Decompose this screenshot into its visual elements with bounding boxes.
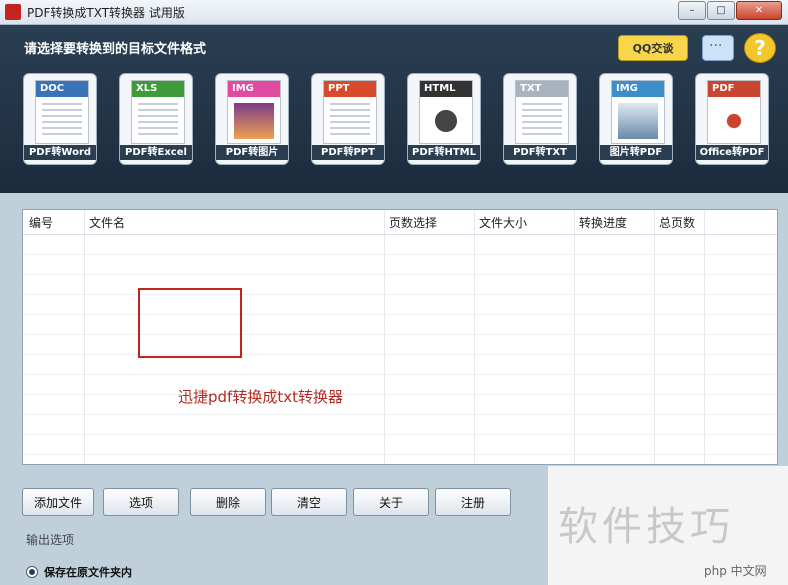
acrobat-icon: PDF <box>707 80 761 144</box>
tile-band: PDF <box>708 81 760 97</box>
app-icon <box>5 4 21 20</box>
tile-band: IMG <box>228 81 280 97</box>
output-options-title: 输出选项 <box>26 533 75 547</box>
tile-label: PDF转Word <box>24 145 96 160</box>
tile-pdf-to-excel[interactable]: XLS PDF转Excel <box>119 73 193 165</box>
add-file-button[interactable]: 添加文件 <box>22 488 94 516</box>
tile-label: PDF转PPT <box>312 145 384 160</box>
tile-band: DOC <box>36 81 88 97</box>
txt-icon: TXT <box>515 80 569 144</box>
tile-image-to-pdf[interactable]: IMG 图片转PDF <box>599 73 673 165</box>
about-button[interactable]: 关于 <box>353 488 429 516</box>
tile-label: Office转PDF <box>696 145 768 160</box>
tile-band: IMG <box>612 81 664 97</box>
picture-icon: IMG <box>611 80 665 144</box>
file-list[interactable]: 编号 文件名 页数选择 文件大小 转换进度 总页数 迅捷pdf转换成txt转换器 <box>22 209 778 465</box>
register-button[interactable]: 注册 <box>435 488 511 516</box>
tile-office-to-pdf[interactable]: PDF Office转PDF <box>695 73 769 165</box>
col-progress[interactable]: 转换进度 <box>579 214 627 231</box>
watermark-overlay: 软件技巧 php 中文网 <box>548 466 788 585</box>
qq-chat-button[interactable]: QQ交谈 <box>618 35 688 61</box>
tile-label: 图片转PDF <box>600 145 672 160</box>
tile-pdf-to-ppt[interactable]: PPT PDF转PPT <box>311 73 385 165</box>
tile-band: XLS <box>132 81 184 97</box>
clear-button[interactable]: 清空 <box>271 488 347 516</box>
title-bar: PDF转换成TXT转换器 试用版 – □ ✕ <box>0 0 788 25</box>
tile-band: HTML <box>420 81 472 97</box>
chat-icon[interactable] <box>702 35 734 61</box>
col-total-pages[interactable]: 总页数 <box>659 214 695 231</box>
xls-icon: XLS <box>131 80 185 144</box>
php-watermark: php 中文网 <box>704 564 767 578</box>
format-header: 请选择要转换到的目标文件格式 QQ交谈 ? DOC PDF转Word XLS P… <box>0 25 788 193</box>
tile-band: PPT <box>324 81 376 97</box>
overlay-caption: 迅捷pdf转换成txt转换器 <box>178 388 343 406</box>
tile-pdf-to-html[interactable]: HTML PDF转HTML <box>407 73 481 165</box>
tile-pdf-to-word[interactable]: DOC PDF转Word <box>23 73 97 165</box>
col-file-size[interactable]: 文件大小 <box>479 214 527 231</box>
highlight-box <box>138 288 242 358</box>
tile-pdf-to-txt[interactable]: TXT PDF转TXT <box>503 73 577 165</box>
options-button[interactable]: 选项 <box>103 488 179 516</box>
delete-button[interactable]: 删除 <box>190 488 266 516</box>
window-title: PDF转换成TXT转换器 试用版 <box>27 6 185 20</box>
minimize-button[interactable]: – <box>678 1 706 20</box>
tile-label: PDF转HTML <box>408 145 480 160</box>
help-icon[interactable]: ? <box>744 33 776 63</box>
save-in-source-label: 保存在原文件夹内 <box>44 566 132 579</box>
tile-label: PDF转Excel <box>120 145 192 160</box>
close-button[interactable]: ✕ <box>736 1 782 20</box>
tile-pdf-to-image[interactable]: IMG PDF转图片 <box>215 73 289 165</box>
radio-selected[interactable] <box>26 566 38 578</box>
image-icon: IMG <box>227 80 281 144</box>
col-page-select[interactable]: 页数选择 <box>389 214 437 231</box>
main-panel: 编号 文件名 页数选择 文件大小 转换进度 总页数 迅捷pdf转换成txt转换器… <box>0 193 788 585</box>
col-filename[interactable]: 文件名 <box>89 214 125 231</box>
save-in-source-option[interactable]: 保存在原文件夹内 <box>26 564 132 580</box>
watermark-text: 软件技巧 <box>558 504 734 550</box>
tile-band: TXT <box>516 81 568 97</box>
html-icon: HTML <box>419 80 473 144</box>
doc-icon: DOC <box>35 80 89 144</box>
maximize-button[interactable]: □ <box>707 1 735 20</box>
tile-label: PDF转TXT <box>504 145 576 160</box>
ppt-icon: PPT <box>323 80 377 144</box>
col-number[interactable]: 编号 <box>29 214 53 231</box>
tile-label: PDF转图片 <box>216 145 288 160</box>
format-prompt: 请选择要转换到的目标文件格式 <box>24 42 207 57</box>
